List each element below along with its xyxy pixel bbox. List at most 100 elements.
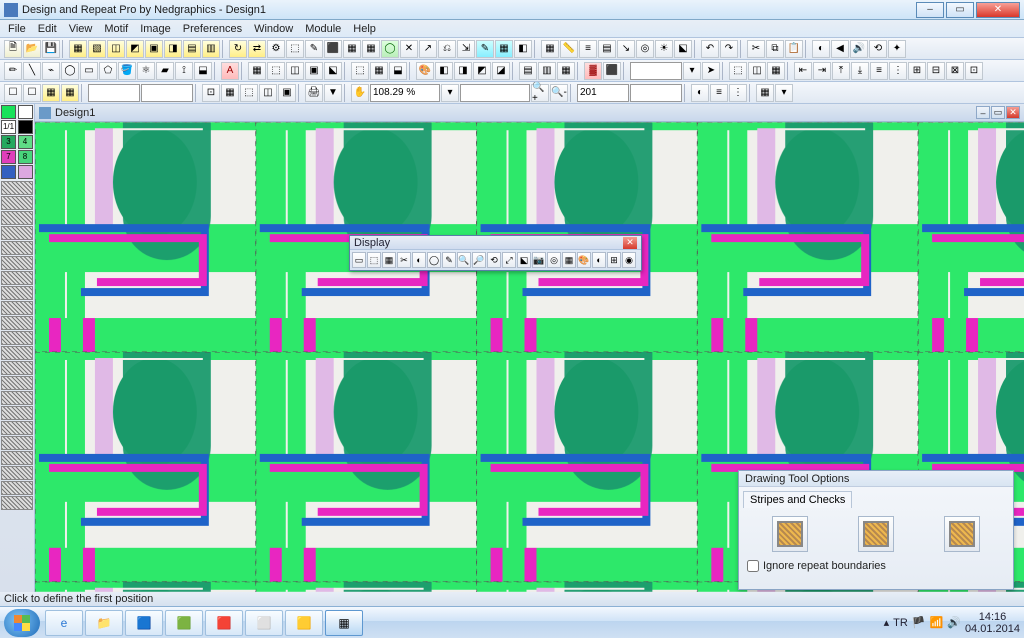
rect-icon[interactable]: ▭ [80, 62, 98, 80]
sel-7[interactable]: ▦ [370, 62, 388, 80]
hatch-13[interactable] [1, 376, 33, 390]
grp-1[interactable]: ⬚ [729, 62, 747, 80]
selector-1[interactable] [630, 62, 682, 80]
hatch-18[interactable] [1, 451, 33, 465]
tool-17[interactable]: ⇲ [457, 40, 475, 58]
zoom-slider[interactable] [460, 84, 530, 102]
disp-tool-13[interactable]: 📷 [532, 252, 546, 268]
tool-19[interactable]: ▦ [495, 40, 513, 58]
hatch-12[interactable] [1, 361, 33, 375]
tool-10[interactable]: ⬚ [286, 40, 304, 58]
tool-25[interactable]: ☀ [655, 40, 673, 58]
chk-4[interactable]: ▦ [61, 84, 79, 102]
cut-icon[interactable]: ✂ [747, 40, 765, 58]
num-input[interactable] [577, 84, 629, 102]
swatch-2[interactable]: 1/1 [1, 120, 16, 134]
maximize-button[interactable]: ▭ [946, 2, 974, 18]
copy-icon[interactable]: ⧉ [766, 40, 784, 58]
tray-flag-icon[interactable]: 🏴 [912, 616, 926, 629]
disp-tool-11[interactable]: ⤢ [502, 252, 516, 268]
disp-tool-7[interactable]: ✎ [442, 252, 456, 268]
rb-5[interactable]: ▣ [278, 84, 296, 102]
swatch-8[interactable] [1, 165, 16, 179]
taskbar-app-3[interactable]: 🟥 [205, 610, 243, 636]
input-y[interactable] [141, 84, 193, 102]
tray-up-icon[interactable]: ▴ [884, 616, 890, 629]
start-button[interactable] [4, 609, 40, 637]
menu-motif[interactable]: Motif [98, 21, 134, 37]
disp-tool-14[interactable]: ◎ [547, 252, 561, 268]
tool-24[interactable]: ◎ [636, 40, 654, 58]
ignore-repeat-checkbox[interactable]: Ignore repeat boundaries [747, 560, 1005, 572]
tool-23[interactable]: ↘ [617, 40, 635, 58]
undo-icon[interactable]: ↶ [701, 40, 719, 58]
menu-file[interactable]: File [2, 21, 32, 37]
hatch-11[interactable] [1, 346, 33, 360]
align-1[interactable]: ⇤ [794, 62, 812, 80]
dd-1[interactable]: ▾ [683, 62, 701, 80]
sel-4[interactable]: ▣ [305, 62, 323, 80]
swatch-6[interactable]: 7 [1, 150, 16, 164]
down-icon[interactable]: ▼ [324, 84, 342, 102]
pal-3[interactable]: ◨ [454, 62, 472, 80]
swatch-5[interactable]: 4 [18, 135, 33, 149]
fill-icon[interactable]: 🪣 [118, 62, 136, 80]
tool-4[interactable]: ◩ [126, 40, 144, 58]
pal-1[interactable]: 🎨 [416, 62, 434, 80]
menu-window[interactable]: Window [248, 21, 299, 37]
pal-4[interactable]: ◩ [473, 62, 491, 80]
disp-tool-19[interactable]: ◉ [622, 252, 636, 268]
disp-tool-4[interactable]: ✂ [397, 252, 411, 268]
stripe-mode-3[interactable] [944, 516, 980, 552]
hatch-2[interactable] [1, 211, 33, 225]
sel-3[interactable]: ◫ [286, 62, 304, 80]
disp-tool-3[interactable]: ▦ [382, 252, 396, 268]
tool-a[interactable]: ⟟ [175, 62, 193, 80]
taskbar-app-1[interactable]: 🟦 [125, 610, 163, 636]
doc-minimize[interactable]: – [976, 106, 990, 119]
fill2-icon[interactable]: ▰ [156, 62, 174, 80]
swatch-0[interactable] [1, 105, 16, 119]
hatch-14[interactable] [1, 391, 33, 405]
tray-lang[interactable]: TR [893, 617, 908, 629]
tool-28[interactable]: ⟲ [869, 40, 887, 58]
canvas[interactable]: Display ✕ ▭ ⬚ ▦ ✂ ◐ ◯ ✎ 🔍 🔎 ⟲ ⤢ ⬕ 📷 [35, 122, 1024, 592]
disp-tool-15[interactable]: ▦ [562, 252, 576, 268]
tool-16[interactable]: ⎌ [438, 40, 456, 58]
hatch-9[interactable] [1, 316, 33, 330]
menu-preferences[interactable]: Preferences [177, 21, 248, 37]
text-icon[interactable]: A [221, 62, 239, 80]
disp-tool-10[interactable]: ⟲ [487, 252, 501, 268]
disp-tool-8[interactable]: 🔍 [457, 252, 471, 268]
tool-14[interactable]: ▦ [362, 40, 380, 58]
ignore-repeat-input[interactable] [747, 560, 759, 572]
layer-3[interactable]: ▦ [557, 62, 575, 80]
pencil-icon[interactable]: ✏ [4, 62, 22, 80]
paste-icon[interactable]: 📋 [785, 40, 803, 58]
swatch-9[interactable] [18, 165, 33, 179]
zoom-out-icon[interactable]: 🔍- [550, 84, 568, 102]
mode-1[interactable]: ◐ [691, 84, 709, 102]
grid-icon[interactable]: ▦ [541, 40, 559, 58]
display-toolbar[interactable]: Display ✕ ▭ ⬚ ▦ ✂ ◐ ◯ ✎ 🔍 🔎 ⟲ ⤢ ⬕ 📷 [349, 235, 642, 271]
disp-tool-12[interactable]: ⬕ [517, 252, 531, 268]
curve-icon[interactable]: ⌁ [42, 62, 60, 80]
disp-tool-18[interactable]: ⊞ [607, 252, 621, 268]
cross-icon[interactable]: ✕ [400, 40, 418, 58]
hatch-6[interactable] [1, 271, 33, 285]
taskbar-explorer-icon[interactable]: 📁 [85, 610, 123, 636]
options-tab-stripes[interactable]: Stripes and Checks [743, 491, 852, 508]
stripe-mode-2[interactable] [858, 516, 894, 552]
hatch-17[interactable] [1, 436, 33, 450]
save-icon[interactable]: 💾 [42, 40, 60, 58]
num-input-2[interactable] [630, 84, 682, 102]
tray-sound-icon[interactable]: 🔊 [947, 616, 961, 629]
grid-toggle[interactable]: ▦ [756, 84, 774, 102]
line-icon[interactable]: ╲ [23, 62, 41, 80]
align-3[interactable]: ⤒ [832, 62, 850, 80]
sound-icon[interactable]: 🔊 [850, 40, 868, 58]
minimize-button[interactable]: – [916, 2, 944, 18]
sel-6[interactable]: ⬚ [351, 62, 369, 80]
grp-3[interactable]: ▦ [767, 62, 785, 80]
disp-tool-6[interactable]: ◯ [427, 252, 441, 268]
